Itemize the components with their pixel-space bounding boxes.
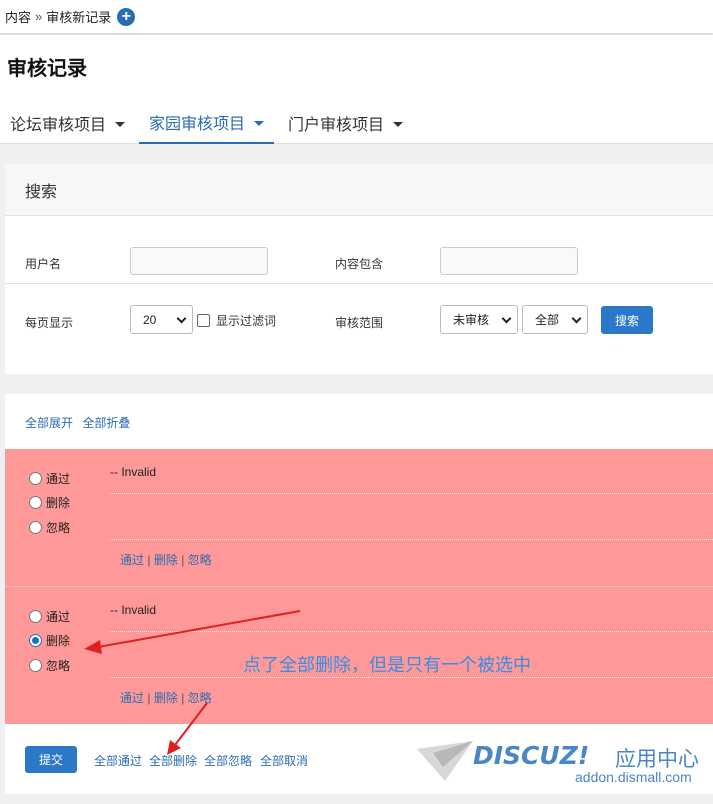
watermark: DISCUZ! 应用中心 addon.dismall.com	[415, 735, 713, 795]
arrow-to-delete-all-icon	[167, 702, 208, 755]
annotation-arrows	[84, 610, 301, 755]
paper-plane-icon	[417, 741, 473, 781]
watermark-brand: DISCUZ!	[473, 741, 590, 770]
watermark-domain: addon.dismall.com	[575, 769, 692, 785]
arrow-to-radio-icon	[84, 610, 301, 654]
